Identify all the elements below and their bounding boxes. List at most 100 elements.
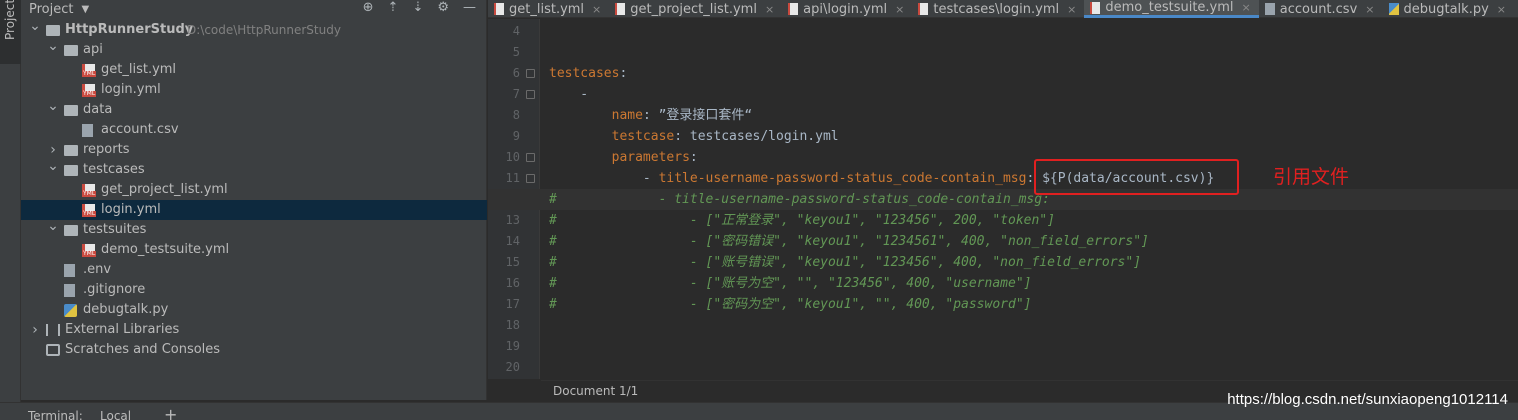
editor-tab-label: account.csv	[1279, 1, 1358, 17]
project-panel-title[interactable]: Project	[29, 2, 73, 17]
chevron-right-icon[interactable]: ›	[47, 140, 59, 160]
editor-tab[interactable]: api\login.yml ×	[782, 0, 912, 18]
tree-item-label: .gitignore	[83, 282, 146, 297]
yml-file-icon	[82, 244, 97, 257]
editor-tab[interactable]: get_project_list.yml ×	[609, 0, 782, 18]
line-number: 14	[505, 234, 520, 248]
editor-tab[interactable]: account.csv ×	[1259, 0, 1383, 18]
code-line: # - ["正常登录", "keyou1", "123456", 200, "t…	[549, 210, 1055, 231]
close-icon[interactable]: ×	[1067, 3, 1076, 16]
tree-item[interactable]: debugtalk.py	[21, 300, 487, 320]
code-line: -	[549, 84, 588, 105]
close-icon[interactable]: ×	[1365, 3, 1374, 16]
tree-item-label: login.yml	[101, 202, 161, 217]
editor-tab-label: get_list.yml	[509, 1, 585, 17]
terminal-label[interactable]: Terminal:	[28, 409, 83, 420]
line-number: 4	[512, 24, 520, 38]
tree-item[interactable]: account.csv	[21, 120, 487, 140]
tree-item[interactable]: ⌄ testsuites	[21, 219, 487, 240]
code-editor[interactable]: 引用文件 testcases: - name: ”登录接口套件“ testcas…	[488, 19, 1518, 379]
project-panel: Project ▼ ⊕ ⇡ ⇣ ⚙ — ⌄ HttpRunnerStudy D:\c…	[21, 0, 487, 400]
project-tool-button[interactable]: Project	[0, 0, 21, 64]
project-path-hint: D:\code\HttpRunnerStudy	[187, 23, 341, 37]
chevron-down-icon[interactable]: ▼	[81, 4, 89, 15]
watermark-text: https://blog.csdn.net/sunxiaopeng1012114	[1227, 391, 1508, 408]
code-token: name	[611, 108, 643, 123]
tree-item-label: External Libraries	[65, 322, 180, 337]
tree-item[interactable]: ⌄ data	[21, 99, 487, 120]
code-token: -	[549, 171, 659, 186]
tree-item[interactable]: ⌄ HttpRunnerStudy D:\code\HttpRunnerStudy	[21, 19, 487, 40]
editor-tab-label: demo_testsuite.yml	[1105, 0, 1234, 15]
add-terminal-button[interactable]: +	[164, 405, 177, 420]
editor-tab[interactable]: demo_testsuite.yml ×	[1084, 0, 1259, 18]
line-number: 15	[505, 255, 520, 269]
yml-file-icon	[615, 3, 626, 15]
tree-item-label: login.yml	[101, 82, 161, 97]
line-number: 11	[505, 171, 520, 185]
tree-item[interactable]: demo_testsuite.yml	[21, 240, 487, 260]
editor-tab[interactable]: get_list.yml ×	[488, 0, 609, 18]
tree-item[interactable]: › reports	[21, 140, 487, 160]
library-icon	[46, 324, 60, 336]
folder-icon	[64, 45, 78, 56]
close-icon[interactable]: ×	[895, 3, 904, 16]
tree-item[interactable]: Scratches and Consoles	[21, 340, 487, 360]
project-panel-header: Project ▼ ⊕ ⇡ ⇣ ⚙ —	[21, 0, 486, 18]
fold-marker-icon[interactable]	[526, 90, 535, 99]
line-number: 7	[512, 87, 520, 101]
tree-item[interactable]: ⌄ api	[21, 39, 487, 60]
chevron-right-icon[interactable]: ›	[29, 320, 41, 340]
code-token: : testcases/login.yml	[674, 129, 839, 144]
tree-item[interactable]: .gitignore	[21, 280, 487, 300]
close-icon[interactable]: ×	[592, 3, 601, 16]
locate-icon[interactable]: ⊕	[363, 0, 374, 15]
close-icon[interactable]: ×	[1242, 1, 1251, 14]
tree-item[interactable]: login.yml	[21, 80, 487, 100]
code-line: # - ["账号为空", "", "123456", 400, "usernam…	[549, 273, 1031, 294]
tree-item[interactable]: .env	[21, 260, 487, 280]
fold-marker-icon[interactable]	[526, 153, 535, 162]
editor-tab[interactable]: debugtalk.py ×	[1383, 0, 1515, 18]
tree-item[interactable]: get_list.yml	[21, 60, 487, 80]
line-number: 13	[505, 213, 520, 227]
tree-item-label: get_project_list.yml	[101, 182, 228, 197]
editor-tabs: get_list.yml × get_project_list.yml × api\lo…	[488, 0, 1518, 18]
line-number: 10	[505, 150, 520, 164]
tree-item[interactable]: get_project_list.yml	[21, 180, 487, 200]
chevron-down-icon[interactable]: ⌄	[47, 39, 59, 53]
hide-icon[interactable]: —	[463, 0, 476, 15]
code-token: testcases	[549, 66, 620, 81]
close-icon[interactable]: ×	[765, 3, 774, 16]
text-file-icon	[64, 284, 75, 297]
terminal-tab-local[interactable]: Local	[100, 409, 131, 420]
code-token: :	[689, 150, 698, 165]
tree-item[interactable]: › External Libraries	[21, 320, 487, 340]
close-icon[interactable]: ×	[1497, 3, 1506, 16]
code-token: # - ["账号错误", "keyou1", "123456", 400, "n…	[549, 255, 1142, 270]
chevron-down-icon[interactable]: ⌄	[29, 19, 41, 33]
line-number: 8	[512, 108, 520, 122]
yml-file-icon	[1090, 1, 1101, 14]
chevron-down-icon[interactable]: ⌄	[47, 99, 59, 113]
fold-marker-icon[interactable]	[526, 69, 535, 78]
text-file-icon	[64, 264, 75, 277]
code-token: # - ["账号为空", "", "123456", 400, "usernam…	[549, 276, 1032, 291]
code-token: :	[619, 66, 628, 81]
expand-all-icon[interactable]: ⇡	[388, 0, 399, 15]
gear-icon[interactable]: ⚙	[437, 0, 449, 15]
collapse-all-icon[interactable]: ⇣	[412, 0, 423, 15]
fold-marker-icon[interactable]	[526, 174, 535, 183]
chevron-down-icon[interactable]: ⌄	[47, 219, 59, 233]
editor-tab-label: debugtalk.py	[1403, 1, 1489, 17]
tree-item[interactable]: ⌄ testcases	[21, 159, 487, 180]
editor-tab[interactable]: testcases\login.yml ×	[912, 0, 1084, 18]
chevron-down-icon[interactable]: ⌄	[47, 159, 59, 173]
folder-icon	[64, 165, 78, 176]
tree-item[interactable]: login.yml	[21, 200, 487, 220]
tree-item-label: reports	[83, 142, 130, 157]
code-token: # - ["正常登录", "keyou1", "123456", 200, "t…	[549, 213, 1055, 228]
